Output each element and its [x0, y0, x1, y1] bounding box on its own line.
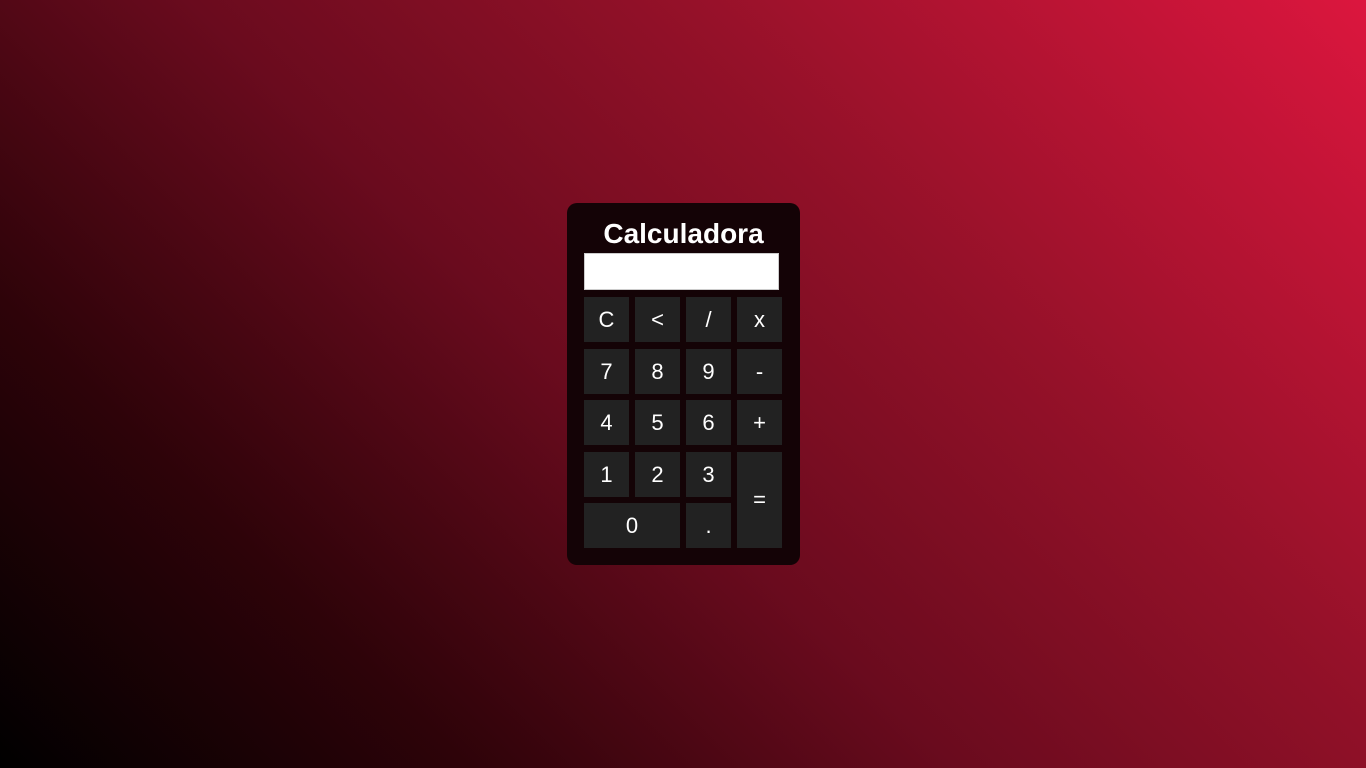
digit-0-button[interactable]: 0 — [584, 503, 680, 548]
digit-7-button[interactable]: 7 — [584, 349, 629, 394]
digit-6-button[interactable]: 6 — [686, 400, 731, 445]
divide-button[interactable]: / — [686, 297, 731, 342]
clear-button[interactable]: C — [584, 297, 629, 342]
digit-3-button[interactable]: 3 — [686, 452, 731, 497]
digit-8-button[interactable]: 8 — [635, 349, 680, 394]
digit-2-button[interactable]: 2 — [635, 452, 680, 497]
digit-5-button[interactable]: 5 — [635, 400, 680, 445]
calculator-display[interactable] — [584, 253, 779, 290]
equals-button[interactable]: = — [737, 452, 782, 548]
minus-button[interactable]: - — [737, 349, 782, 394]
plus-button[interactable]: + — [737, 400, 782, 445]
multiply-button[interactable]: x — [737, 297, 782, 342]
backspace-button[interactable]: < — [635, 297, 680, 342]
calculator-title: Calculadora — [603, 218, 764, 249]
digit-1-button[interactable]: 1 — [584, 452, 629, 497]
calculator-panel: Calculadora C < / x 7 8 9 - 4 5 6 + 1 2 … — [567, 203, 800, 565]
digit-4-button[interactable]: 4 — [584, 400, 629, 445]
digit-9-button[interactable]: 9 — [686, 349, 731, 394]
decimal-button[interactable]: . — [686, 503, 731, 548]
